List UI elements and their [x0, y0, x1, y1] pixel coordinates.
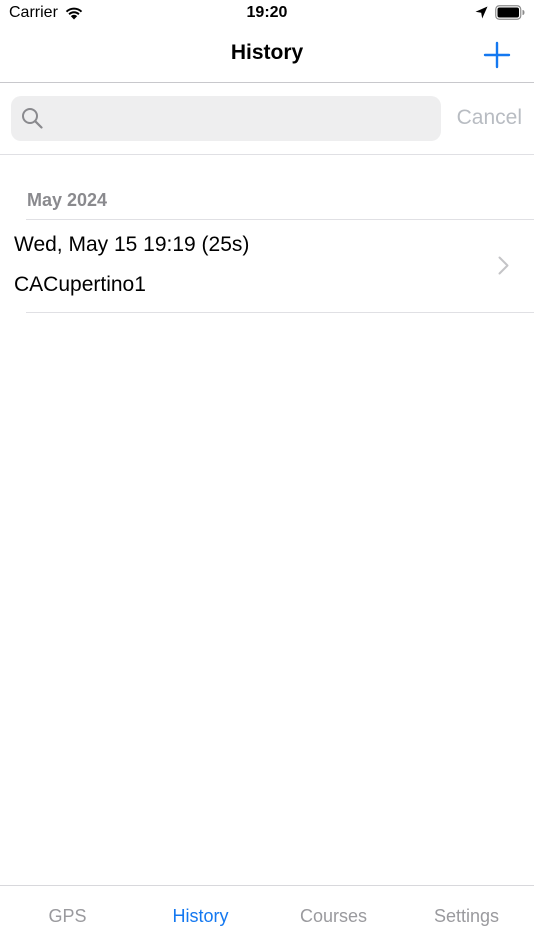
plus-icon — [483, 41, 511, 69]
page-title: History — [230, 41, 304, 64]
status-time: 19:20 — [246, 4, 288, 21]
history-screen: Carrier 19:20 History Cancel May 2024 We… — [0, 0, 534, 950]
battery-icon — [495, 5, 525, 20]
status-bar: Carrier 19:20 — [0, 0, 534, 28]
search-icon — [22, 108, 43, 129]
search-bar: Cancel — [0, 83, 534, 155]
add-button[interactable] — [482, 40, 512, 70]
search-input[interactable] — [53, 96, 437, 143]
cancel-button[interactable]: Cancel — [457, 106, 522, 130]
location-arrow-icon — [475, 6, 488, 19]
tab-settings[interactable]: Settings — [400, 906, 533, 927]
divider — [26, 312, 534, 313]
search-field[interactable] — [11, 96, 441, 143]
item-subtitle: CACupertino1 — [14, 273, 146, 296]
tab-history[interactable]: History — [134, 906, 267, 927]
list-item[interactable]: Wed, May 15 19:19 (25s) CACupertino1 — [0, 220, 534, 312]
tab-gps[interactable]: GPS — [1, 906, 134, 927]
section-header: May 2024 — [27, 190, 108, 210]
navigation-bar: History — [0, 28, 534, 83]
tab-bar: GPS History Courses Settings — [0, 885, 534, 950]
item-title: Wed, May 15 19:19 (25s) — [14, 233, 250, 256]
chevron-right-icon — [498, 256, 509, 275]
tab-courses[interactable]: Courses — [267, 906, 400, 927]
